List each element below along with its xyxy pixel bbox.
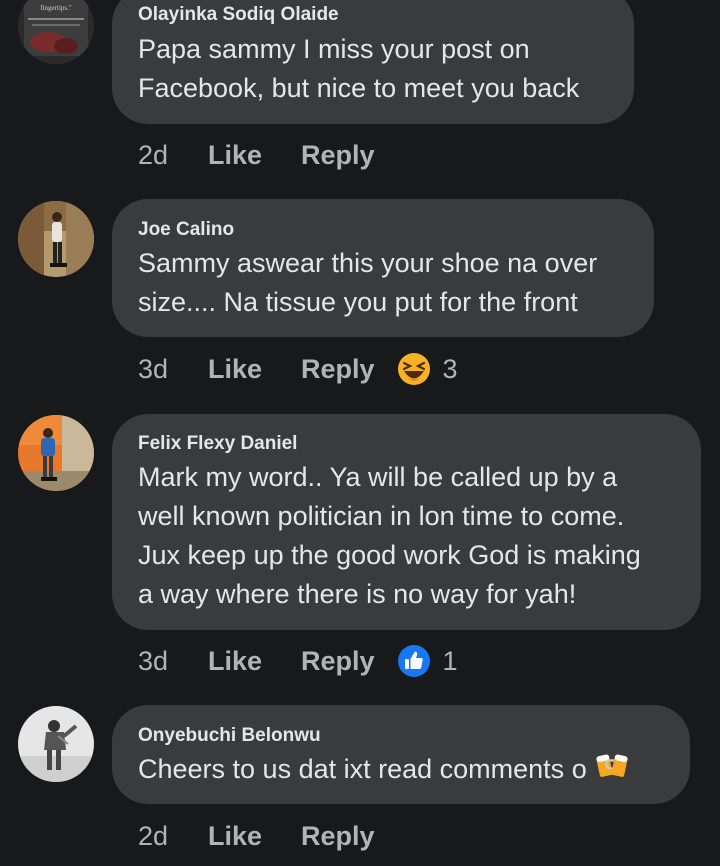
comment-bubble: Joe Calino Sammy aswear this your shoe n… bbox=[112, 199, 654, 337]
reaction-count: 3 bbox=[442, 353, 458, 384]
avatar-caption: fingertips." bbox=[40, 4, 72, 12]
comment-text-line: Papa sammy I miss your post on bbox=[138, 34, 530, 64]
comment-text-line: Jux keep up the good work God is making bbox=[138, 540, 641, 570]
comment-author[interactable]: Felix Flexy Daniel bbox=[138, 433, 297, 455]
reaction-summary[interactable]: 1 bbox=[397, 644, 458, 678]
like-reaction-icon bbox=[397, 645, 430, 677]
comment-text-line: Sammy aswear this your shoe na over bbox=[138, 248, 598, 278]
like-button[interactable]: Like bbox=[208, 140, 301, 171]
comment-bubble: Felix Flexy Daniel Mark my word.. Ya wil… bbox=[112, 414, 701, 630]
comment-actions: 3d Like Reply 1 bbox=[138, 643, 458, 679]
comment-text-line: a way where there is no way for yah! bbox=[138, 579, 577, 609]
comment-actions: 3d Like Reply 3 bbox=[138, 351, 458, 387]
haha-reaction-icon bbox=[397, 353, 430, 385]
avatar-image bbox=[18, 201, 94, 277]
comment-text-line: Mark my word.. Ya will be called up by a bbox=[138, 462, 618, 492]
avatar[interactable] bbox=[18, 706, 94, 782]
comment-text-line: well known politician in lon time to com… bbox=[138, 501, 625, 531]
like-button[interactable]: Like bbox=[208, 646, 301, 677]
reply-button[interactable]: Reply bbox=[301, 354, 375, 385]
like-button[interactable]: Like bbox=[208, 354, 301, 385]
clinking-beer-mugs-emoji bbox=[595, 750, 629, 791]
avatar-image: fingertips." bbox=[18, 0, 94, 64]
avatar[interactable]: fingertips." bbox=[18, 0, 94, 64]
comment-bubble: Onyebuchi Belonwu Cheers to us dat ixt r… bbox=[112, 705, 690, 804]
comment-text-line: size.... Na tissue you put for the front bbox=[138, 287, 578, 317]
comment-text: Cheers to us dat ixt read comments o bbox=[138, 750, 629, 791]
comment-text: Papa sammy I miss your post on Facebook,… bbox=[138, 30, 579, 108]
avatar-image bbox=[18, 706, 94, 782]
reply-button[interactable]: Reply bbox=[301, 646, 375, 677]
comment-author[interactable]: Olayinka Sodiq Olaide bbox=[138, 4, 339, 26]
comment-actions: 2d Like Reply bbox=[138, 137, 397, 173]
comment-bubble: Olayinka Sodiq Olaide Papa sammy I miss … bbox=[112, 0, 634, 124]
avatar[interactable] bbox=[18, 201, 94, 277]
comment-timestamp[interactable]: 2d bbox=[138, 140, 208, 171]
comment-text-line: Facebook, but nice to meet you back bbox=[138, 73, 580, 103]
comment-text-line: Cheers to us dat ixt read comments o bbox=[138, 754, 587, 784]
like-button[interactable]: Like bbox=[208, 821, 301, 852]
comment-text: Sammy aswear this your shoe na over size… bbox=[138, 244, 597, 322]
reply-button[interactable]: Reply bbox=[301, 821, 375, 852]
avatar[interactable] bbox=[18, 415, 94, 491]
comment-timestamp[interactable]: 3d bbox=[138, 354, 208, 385]
reply-button[interactable]: Reply bbox=[301, 140, 375, 171]
comment-timestamp[interactable]: 3d bbox=[138, 646, 208, 677]
comment-text: Mark my word.. Ya will be called up by a… bbox=[138, 458, 641, 614]
avatar-image bbox=[18, 415, 94, 491]
reaction-count: 1 bbox=[442, 645, 458, 676]
comment-actions: 2d Like Reply bbox=[138, 818, 397, 854]
comment-author[interactable]: Onyebuchi Belonwu bbox=[138, 725, 321, 747]
reaction-summary[interactable]: 3 bbox=[397, 352, 458, 386]
comment-timestamp[interactable]: 2d bbox=[138, 821, 208, 852]
comment-author[interactable]: Joe Calino bbox=[138, 219, 234, 241]
